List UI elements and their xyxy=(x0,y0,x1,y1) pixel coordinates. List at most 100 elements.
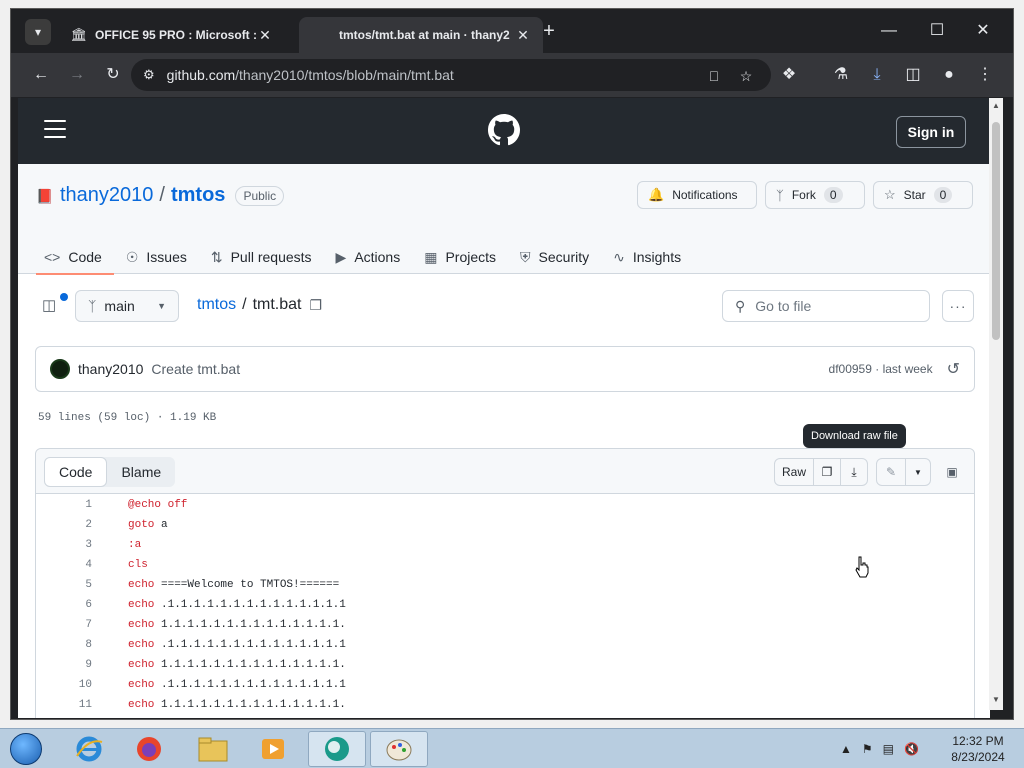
line-number[interactable]: 8 xyxy=(36,639,92,651)
nav-issues[interactable]: ☉ Issues xyxy=(126,240,187,274)
nav-actions[interactable]: ▶ Actions xyxy=(336,240,401,274)
commit-author[interactable]: thany2010 xyxy=(78,361,143,377)
fork-button[interactable]: ᛉ Fork 0 xyxy=(765,181,865,209)
line-number[interactable]: 4 xyxy=(36,559,92,571)
github-logo-icon[interactable] xyxy=(488,114,520,146)
volume-muted-icon[interactable]: 🔇 xyxy=(904,742,919,756)
minimize-icon[interactable]: — xyxy=(875,19,903,43)
search-icon: ⚲ xyxy=(735,297,746,314)
line-number[interactable]: 3 xyxy=(36,539,92,551)
commit-meta[interactable]: df00959 · last week xyxy=(829,362,933,376)
file-explorer-icon[interactable] xyxy=(184,731,242,767)
repo-name-link[interactable]: tmtos xyxy=(171,184,225,207)
copy-icon[interactable]: ❐ xyxy=(309,297,322,314)
window-close-icon[interactable]: ✕ xyxy=(969,19,997,43)
tab-code[interactable]: Code xyxy=(44,457,108,487)
tab-blame[interactable]: Blame xyxy=(107,457,175,487)
forward-icon[interactable]: → xyxy=(65,63,89,87)
open-app-icon[interactable] xyxy=(308,731,366,767)
line-number[interactable]: 7 xyxy=(36,619,92,631)
copy-raw-icon[interactable]: ❐ xyxy=(813,458,841,486)
internet-explorer-icon[interactable] xyxy=(60,731,118,767)
line-number[interactable]: 1 xyxy=(36,499,92,511)
symbols-panel-icon[interactable]: ▣ xyxy=(938,458,966,486)
tab-tmt-bat[interactable]: tmtos/tmt.bat at main · thany2 ✕ xyxy=(299,17,543,53)
download-icon[interactable]: ⤓ xyxy=(865,63,889,87)
line-number[interactable]: 11 xyxy=(36,699,92,711)
nav-code[interactable]: <> Code xyxy=(36,240,114,275)
side-panel-icon[interactable]: ◫ xyxy=(901,63,925,87)
media-player-icon[interactable] xyxy=(244,731,302,767)
page-scrollbar[interactable]: ▲ ▼ xyxy=(989,98,1003,710)
firefox-icon[interactable] xyxy=(120,731,178,767)
tab-office95[interactable]: 🏛 OFFICE 95 PRO : Microsoft : Fr ✕ xyxy=(59,17,285,53)
edit-pencil-icon[interactable]: ✎ xyxy=(876,458,906,486)
go-to-file-input[interactable]: ⚲ Go to file xyxy=(722,290,930,322)
branch-selector[interactable]: ᛉ main ▼ xyxy=(75,290,179,322)
show-hidden-icons-icon[interactable]: ▲ xyxy=(840,742,852,756)
edit-dropdown-icon[interactable]: ▼ xyxy=(905,458,931,486)
extensions-icon[interactable]: ❖ xyxy=(777,63,801,87)
line-number[interactable]: 6 xyxy=(36,599,92,611)
avatar[interactable] xyxy=(50,359,70,379)
file-info: 59 lines (59 loc) · 1.19 KB xyxy=(38,412,217,424)
commit-message[interactable]: Create tmt.bat xyxy=(151,361,240,377)
line-number[interactable]: 5 xyxy=(36,579,92,591)
new-tab-button[interactable]: + xyxy=(539,21,559,41)
site-info-icon[interactable]: ⚙ xyxy=(143,67,155,83)
menu-kebab-icon[interactable]: ⋮ xyxy=(973,63,997,87)
nav-insights[interactable]: ∿ Insights xyxy=(613,240,681,274)
nav-label: Issues xyxy=(146,249,187,265)
repo-title: 📕 thany2010 / tmtos Public xyxy=(36,184,285,207)
breadcrumb-repo-link[interactable]: tmtos xyxy=(197,296,236,314)
browser-toolbar: ← → ↻ ⚙ github.com/thany2010/tmtos/blob/… xyxy=(11,53,1013,97)
address-bar[interactable]: ⚙ github.com/thany2010/tmtos/blob/main/t… xyxy=(131,59,771,91)
nav-label: Pull requests xyxy=(230,249,312,265)
star-button[interactable]: ☆ Star 0 xyxy=(873,181,973,209)
code-rest: a xyxy=(154,519,168,531)
paint-icon[interactable] xyxy=(370,731,428,767)
reload-icon[interactable]: ↻ xyxy=(101,63,125,87)
code-keyword: echo xyxy=(128,699,155,711)
notifications-button[interactable]: 🔔 Notifications xyxy=(637,181,757,209)
code-line: 6 echo .1.1.1.1.1.1.1.1.1.1.1.1.1.1 xyxy=(36,595,974,615)
nav-pull-requests[interactable]: ⇅ Pull requests xyxy=(211,240,312,274)
close-icon[interactable]: ✕ xyxy=(515,27,531,44)
network-icon[interactable]: ▤ xyxy=(883,742,894,756)
clock[interactable]: 12:32 PM 8/23/2024 xyxy=(936,733,1020,765)
line-number[interactable]: 10 xyxy=(36,679,92,691)
back-icon[interactable]: ← xyxy=(29,63,53,87)
bell-icon: 🔔 xyxy=(648,187,665,202)
start-button[interactable] xyxy=(6,731,46,767)
download-raw-icon[interactable]: ⤓ xyxy=(840,458,868,486)
install-app-icon[interactable]: ⎕ xyxy=(703,65,725,87)
repo-icon: 📕 xyxy=(36,187,54,204)
nav-security[interactable]: ⛨ Security xyxy=(520,240,589,274)
bookmark-star-icon[interactable]: ☆ xyxy=(735,65,757,87)
raw-button[interactable]: Raw xyxy=(774,458,814,486)
tab-search-button[interactable]: ▾ xyxy=(25,19,51,45)
maximize-icon[interactable]: ☐ xyxy=(923,19,951,43)
history-icon[interactable]: ↺ xyxy=(947,359,960,379)
breadcrumb-file: tmt.bat xyxy=(252,296,302,313)
nav-label: Insights xyxy=(632,249,682,265)
action-center-flag-icon[interactable]: ⚑ xyxy=(862,742,873,756)
file-toolbar: ◫ ᛉ main ▼ tmtos / tmt.bat ❐ ⚲ Go to fil… xyxy=(18,274,990,338)
scroll-thumb[interactable] xyxy=(992,122,1000,340)
labs-flask-icon[interactable]: ⚗ xyxy=(829,63,853,87)
nav-projects[interactable]: ▦ Projects xyxy=(424,240,496,274)
repo-nav: <> Code ☉ Issues ⇅ Pull requests ▶ Actio… xyxy=(36,240,705,275)
repo-owner-link[interactable]: thany2010 xyxy=(60,184,153,207)
scroll-up-icon[interactable]: ▲ xyxy=(992,102,1000,110)
more-options-icon[interactable]: ··· xyxy=(942,290,974,322)
sign-in-button[interactable]: Sign in xyxy=(896,116,966,148)
hamburger-menu-icon[interactable] xyxy=(44,120,68,140)
scroll-down-icon[interactable]: ▼ xyxy=(992,696,1000,704)
fork-icon: ᛉ xyxy=(776,187,784,203)
chevron-down-icon: ▾ xyxy=(34,25,42,39)
code-text: goto a xyxy=(92,519,168,531)
profile-avatar-icon[interactable]: ● xyxy=(937,63,961,87)
line-number[interactable]: 2 xyxy=(36,519,92,531)
line-number[interactable]: 9 xyxy=(36,659,92,671)
close-icon[interactable]: ✕ xyxy=(257,27,273,44)
